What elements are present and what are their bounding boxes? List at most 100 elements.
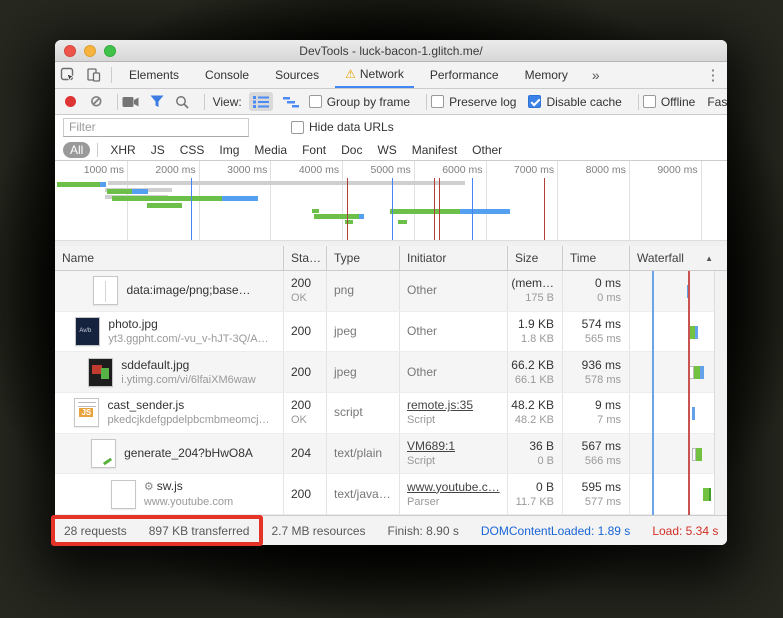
offline-checkbox[interactable]: Offline — [643, 95, 695, 109]
type-filter-manifest[interactable]: Manifest — [412, 143, 457, 157]
checkbox-box[interactable] — [309, 95, 322, 108]
preserve-log-checkbox[interactable]: Preserve log — [431, 95, 516, 109]
request-name-cell[interactable]: photo.jpgyt3.ggpht.com/-vu_v-hJT-3Q/A… — [55, 312, 284, 352]
tab-network[interactable]: ⚠Network — [335, 62, 414, 88]
overview-tick-label: 1000 ms — [84, 164, 127, 176]
initiator-cell: Other — [400, 352, 508, 392]
resource-type-filters: All XHR JS CSS Img Media Font Doc WS Manifest Othe… — [55, 139, 727, 161]
checkbox-box[interactable] — [643, 95, 656, 108]
inspect-element-icon[interactable] — [55, 62, 81, 88]
status-code: 200 — [291, 398, 326, 413]
tab-sources[interactable]: Sources — [265, 62, 329, 88]
type-filter-all[interactable]: All — [63, 142, 90, 158]
filter-input[interactable] — [63, 118, 249, 137]
devtools-menu-icon[interactable]: ⋮ — [699, 62, 727, 88]
tab-elements[interactable]: Elements — [119, 62, 189, 88]
request-name-texts: sddefault.jpgi.ytimg.com/vi/6lfaiXM6waw — [121, 358, 255, 387]
type-cell: png — [327, 271, 400, 311]
type-cell: text/java… — [327, 474, 400, 514]
request-name: sddefault.jpg — [121, 358, 255, 373]
type-cell: script — [327, 393, 400, 433]
column-header-initiator[interactable]: Initiator — [400, 246, 508, 270]
clear-network-log-icon[interactable]: ⊘ — [90, 94, 103, 109]
overview-tick-label: 2000 ms — [155, 164, 198, 176]
time-latency: 7 ms — [597, 413, 621, 427]
statusbar-item: 897 KB transferred — [149, 524, 250, 538]
request-row[interactable]: sddefault.jpgi.ytimg.com/vi/6lfaiXM6waw 2… — [55, 352, 727, 393]
request-row[interactable]: photo.jpgyt3.ggpht.com/-vu_v-hJT-3Q/A…20… — [55, 312, 727, 353]
tab-performance[interactable]: Performance — [420, 62, 509, 88]
type-filter-ws[interactable]: WS — [377, 143, 396, 157]
checkbox-label: Disable cache — [546, 95, 621, 109]
type-filter-img[interactable]: Img — [219, 143, 239, 157]
status-text: OK — [291, 291, 326, 305]
window-titlebar[interactable]: DevTools - luck-bacon-1.glitch.me/ — [55, 40, 727, 62]
status-cell: 200 — [284, 352, 327, 392]
initiator-type: Parser — [407, 495, 507, 509]
group-by-frame-checkbox[interactable]: Group by frame — [309, 95, 410, 109]
size-transferred: 1.9 KB — [518, 317, 554, 332]
waterfall-cell — [630, 312, 727, 352]
type-filter-media[interactable]: Media — [254, 143, 287, 157]
checkbox-box[interactable] — [291, 121, 304, 134]
initiator-link[interactable]: remote.js:35 — [407, 398, 507, 413]
request-name-cell[interactable]: sddefault.jpgi.ytimg.com/vi/6lfaiXM6waw — [55, 352, 284, 392]
initiator-link[interactable]: www.youtube.c… — [407, 480, 507, 495]
column-header-size[interactable]: Size — [508, 246, 563, 270]
time-cell: 0 ms0 ms — [563, 271, 630, 311]
request-row[interactable]: data:image/png;base…200OKpngOther(mem…17… — [55, 271, 727, 312]
sort-ascending-icon[interactable]: ▲ — [705, 254, 713, 263]
overview-gridline — [414, 161, 415, 240]
tab-memory[interactable]: Memory — [515, 62, 578, 88]
network-overview-timeline[interactable]: 1000 ms2000 ms3000 ms4000 ms5000 ms6000 … — [55, 161, 727, 246]
size-resource: 175 B — [525, 291, 554, 305]
column-header-waterfall[interactable]: Waterfall ▲ — [630, 246, 727, 270]
type-filter-js[interactable]: JS — [151, 143, 165, 157]
checkbox-label: Preserve log — [449, 95, 516, 109]
initiator-link[interactable]: VM689:1 — [407, 439, 507, 454]
request-row[interactable]: ⚙sw.jswww.youtube.com200text/java… www.yo… — [55, 474, 727, 515]
screenshot-capture-icon[interactable] — [122, 96, 139, 108]
time-latency: 566 ms — [585, 454, 621, 468]
type-filter-other[interactable]: Other — [472, 143, 502, 157]
checkbox-box[interactable] — [528, 95, 541, 108]
time-total: 574 ms — [582, 317, 621, 332]
network-throttling-select[interactable]: Fas — [707, 95, 727, 109]
record-network-log-button[interactable] — [65, 96, 76, 107]
type-filter-doc[interactable]: Doc — [341, 143, 362, 157]
use-request-rows-icon[interactable] — [249, 92, 273, 111]
tabs-overflow-button[interactable]: » — [584, 62, 608, 88]
column-header-type[interactable]: Type — [327, 246, 400, 270]
devtools-tabbar: ElementsConsoleSources⚠NetworkPerformanc… — [55, 62, 727, 89]
checkbox-box[interactable] — [431, 95, 444, 108]
device-toolbar-icon[interactable] — [81, 62, 107, 88]
size-cell: 1.9 KB1.8 KB — [508, 312, 563, 352]
column-header-status[interactable]: Sta… — [284, 246, 327, 270]
use-overview-icon[interactable] — [279, 92, 303, 111]
request-name-cell[interactable]: cast_sender.jspkedcjkdefgpdelpbcmbmeomcj… — [55, 393, 284, 433]
search-icon[interactable] — [175, 95, 189, 109]
request-name-cell[interactable]: ⚙sw.jswww.youtube.com — [55, 474, 284, 514]
status-cell: 200 — [284, 474, 327, 514]
request-row[interactable]: cast_sender.jspkedcjkdefgpdelpbcmbmeomcj… — [55, 393, 727, 434]
type-cell: text/plain — [327, 434, 400, 474]
waterfall-scroll-strip[interactable] — [714, 271, 727, 515]
tab-console[interactable]: Console — [195, 62, 259, 88]
type-value: jpeg — [334, 365, 399, 380]
filter-funnel-icon[interactable] — [150, 95, 164, 108]
initiator-cell: Other — [400, 312, 508, 352]
waterfall-bar — [695, 326, 698, 339]
request-name-cell[interactable]: generate_204?bHwO8A — [55, 434, 284, 474]
column-header-time[interactable]: Time — [563, 246, 630, 270]
overview-gridline — [486, 161, 487, 240]
request-name-cell[interactable]: data:image/png;base… — [55, 271, 284, 311]
request-row[interactable]: generate_204?bHwO8A204text/plainVM689:1S… — [55, 434, 727, 475]
hide-data-urls-checkbox[interactable]: Hide data URLs — [291, 120, 394, 134]
type-filter-css[interactable]: CSS — [180, 143, 205, 157]
domcontentloaded-event-line — [392, 178, 393, 240]
column-header-name[interactable]: Name — [55, 246, 284, 270]
disable-cache-checkbox[interactable]: Disable cache — [528, 95, 621, 109]
type-filter-font[interactable]: Font — [302, 143, 326, 157]
type-filter-xhr[interactable]: XHR — [110, 143, 135, 157]
overview-request-bar — [370, 181, 465, 185]
